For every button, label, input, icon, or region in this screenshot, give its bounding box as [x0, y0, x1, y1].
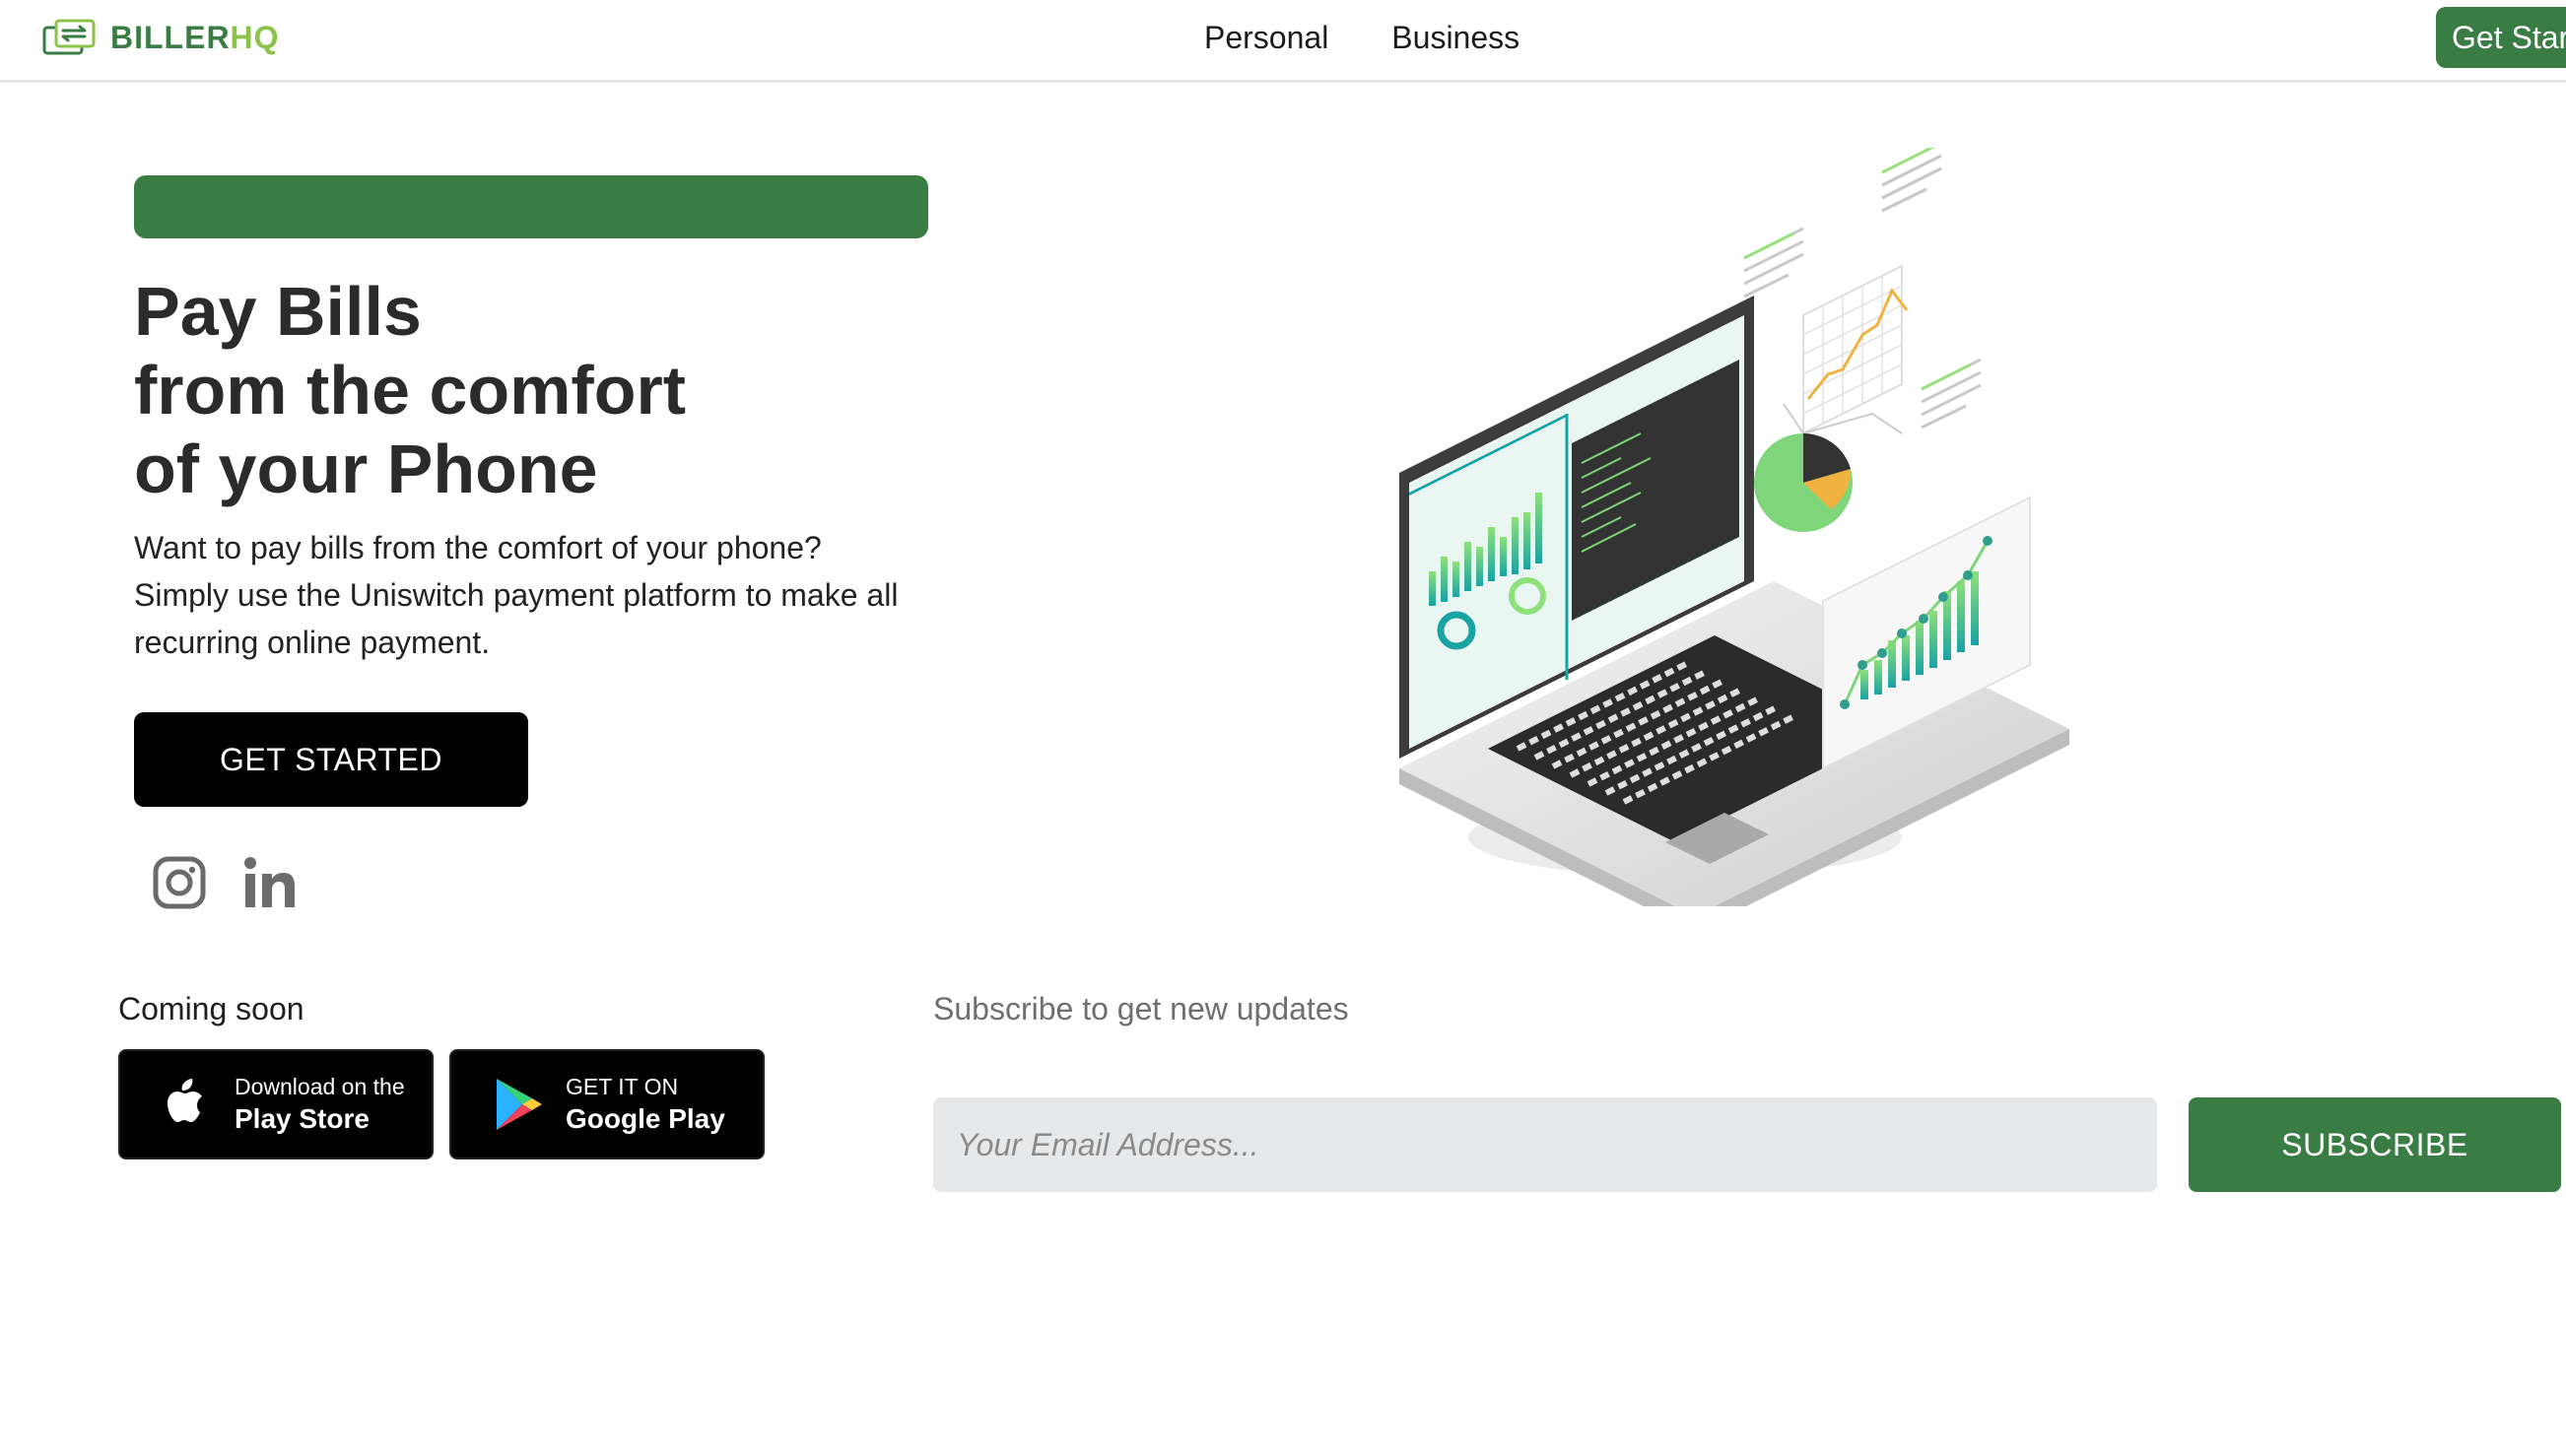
- logo-brand-main: BILLER: [110, 19, 231, 55]
- hero-title-line: from the comfort: [134, 352, 686, 429]
- exchange-card-icon: [42, 19, 96, 55]
- logo[interactable]: BILLERHQ: [41, 18, 280, 57]
- logo-text: BILLERHQ: [110, 20, 280, 56]
- google-play-text: GET IT ON Google Play: [566, 1072, 725, 1137]
- subscribe-label: Subscribe to get new updates: [933, 991, 1349, 1026]
- play-store-button[interactable]: Download on the Play Store: [118, 1049, 434, 1159]
- play-store-small-text: Download on the: [235, 1074, 405, 1099]
- google-play-icon: [497, 1079, 542, 1130]
- nav-personal[interactable]: Personal: [1204, 20, 1328, 56]
- hero-description-line: Want to pay bills from the comfort of yo…: [134, 530, 822, 565]
- google-play-small-text: GET IT ON: [566, 1074, 679, 1099]
- hero-description-line: recurring online payment.: [134, 625, 491, 660]
- hero-title-line: Pay Bills: [134, 273, 422, 350]
- floating-pie-chart: [1754, 433, 1853, 532]
- google-play-button[interactable]: GET IT ON Google Play: [449, 1049, 765, 1159]
- nav-business[interactable]: Business: [1391, 20, 1519, 56]
- email-input[interactable]: [933, 1097, 2157, 1192]
- isometric-laptop-dashboard-illustration: [1399, 148, 2069, 906]
- google-play-big-text: Google Play: [566, 1103, 725, 1134]
- site-header: BILLERHQ Personal Business Get Star: [0, 0, 2566, 83]
- instagram-link[interactable]: [152, 853, 207, 912]
- hero-title: Pay Bills from the comfort of your Phone: [134, 272, 1021, 508]
- linkedin-icon: [244, 857, 295, 907]
- hero-description-line: Simply use the Uniswitch payment platfor…: [134, 577, 899, 613]
- get-started-button[interactable]: GET STARTED: [134, 712, 528, 807]
- header-get-started-button[interactable]: Get Star: [2436, 7, 2566, 68]
- linkedin-link[interactable]: [242, 853, 298, 912]
- subscribe-button[interactable]: SUBSCRIBE: [2189, 1097, 2561, 1192]
- instagram-icon: [153, 856, 206, 909]
- hero-description: Want to pay bills from the comfort of yo…: [134, 524, 952, 666]
- play-store-big-text: Play Store: [235, 1103, 370, 1134]
- apple-icon: [168, 1079, 202, 1122]
- floating-line-chart: [1783, 264, 1909, 435]
- main-nav: Personal Business: [1204, 20, 1519, 56]
- hero-accent-bar: [134, 175, 928, 238]
- coming-soon-label: Coming soon: [118, 991, 304, 1026]
- play-store-text: Download on the Play Store: [235, 1072, 405, 1137]
- social-links: [152, 853, 298, 912]
- logo-brand-accent: HQ: [230, 19, 280, 55]
- hero-title-line: of your Phone: [134, 430, 598, 507]
